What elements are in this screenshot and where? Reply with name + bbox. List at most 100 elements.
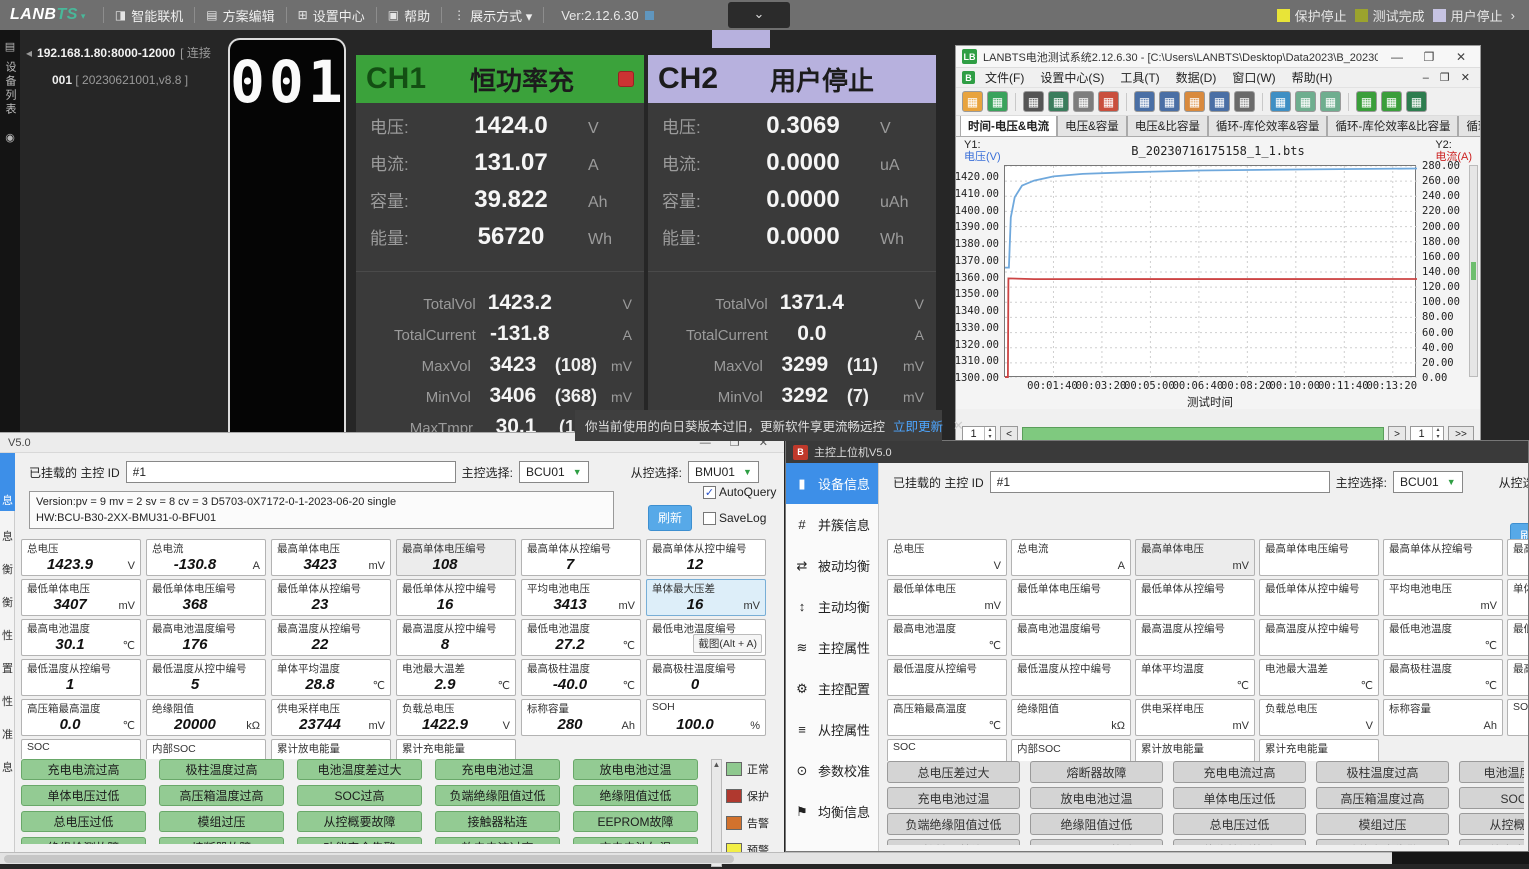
grid-cell[interactable]: 最高极柱温度℃: [1383, 659, 1503, 696]
lwin-side-tab-1[interactable]: 息: [0, 528, 15, 544]
sidebar-item-主动均衡[interactable]: ↕主动均衡: [786, 586, 878, 627]
status-button[interactable]: 放电电池过温: [573, 759, 698, 780]
update-now-link[interactable]: 立即更新: [893, 416, 943, 435]
grid-cell[interactable]: 最高温度从控中编号: [1259, 619, 1379, 656]
vertical-scrollbar[interactable]: [1469, 165, 1478, 377]
list-rows-icon[interactable]: ▦: [1381, 91, 1402, 112]
chart-tab-0[interactable]: 时间-电压&电流: [960, 116, 1057, 136]
mount-id-input[interactable]: [126, 461, 456, 483]
two-pane-icon[interactable]: ▦: [1270, 91, 1291, 112]
refresh-button[interactable]: 刷新: [648, 505, 692, 531]
grid-cell[interactable]: 供电采样电压23744mV: [271, 699, 391, 736]
grid-cell[interactable]: 负载总电压1422.9V: [396, 699, 516, 736]
screenshot-tooltip-button[interactable]: 截图(Alt + A): [693, 634, 762, 653]
pane-right-icon[interactable]: ▦: [1320, 91, 1341, 112]
master-select[interactable]: BCU01▼: [519, 461, 589, 483]
mdi-window-controls[interactable]: – ❐ ✕: [1423, 71, 1474, 84]
expand-icon[interactable]: ▦: [1209, 91, 1230, 112]
grid-cell[interactable]: 最低单体电压编号368: [146, 579, 266, 616]
grid-cell[interactable]: 最低电池温度27.2℃: [521, 619, 641, 656]
grid-cell[interactable]: SOH: [1507, 699, 1528, 736]
status-button[interactable]: 充电电池过温: [435, 759, 560, 780]
grid-cell[interactable]: 总电流-130.8A: [146, 539, 266, 576]
alarm-icon[interactable]: ▦: [1098, 91, 1119, 112]
grid-cell[interactable]: 累计充电能量: [396, 739, 516, 759]
sidebar-item-设备信息[interactable]: ▮设备信息: [786, 463, 878, 504]
alarm-icon[interactable]: ◉: [5, 131, 15, 144]
chart-tab-5[interactable]: 循环-终压&容量: [1458, 116, 1480, 136]
status-button[interactable]: 从控概要故障: [297, 811, 422, 832]
status-button[interactable]: 总电压差过大: [887, 761, 1020, 783]
grid-cell[interactable]: 最低电池温度℃: [1383, 619, 1503, 656]
grid-cell[interactable]: 电池最大温差℃: [1259, 659, 1379, 696]
grid-cell[interactable]: 最高极柱温度-40.0℃: [521, 659, 641, 696]
tree-child-node[interactable]: 001 [ 20230621001,v8.8 ]: [52, 73, 228, 87]
grid-cell[interactable]: 最高单体电压3423mV: [271, 539, 391, 576]
grid-cell[interactable]: 最高单体从控中编号12: [646, 539, 766, 576]
grid-cell[interactable]: 最低单体电压mV: [887, 579, 1007, 616]
taskbar-menu-0[interactable]: ◨智能联机: [111, 6, 187, 25]
lwin-side-tab-3[interactable]: 衡: [0, 594, 15, 610]
device-list-icon[interactable]: ▤: [5, 40, 15, 53]
lwin-side-tab-5[interactable]: 置: [0, 660, 15, 676]
grid-cell[interactable]: 最低温度从控中编号5: [146, 659, 266, 696]
open-icon[interactable]: ▦: [962, 91, 983, 112]
chart-tab-2[interactable]: 电压&比容量: [1127, 116, 1208, 136]
grid-cell[interactable]: 内部SOC: [146, 739, 266, 759]
grid-cell[interactable]: 最高温度从控编号: [1135, 619, 1255, 656]
sidebar-item-主控属性[interactable]: ≋主控属性: [786, 627, 878, 668]
lwin-side-tab-active[interactable]: 息: [0, 453, 15, 511]
status-button[interactable]: 绝缘阻值过低: [573, 785, 698, 806]
list-green-icon[interactable]: ▦: [1356, 91, 1377, 112]
plot-region[interactable]: [1004, 165, 1416, 377]
taskbar-dropdown[interactable]: ⌄: [728, 2, 790, 28]
autoquery-checkbox[interactable]: ✓AutoQuery: [703, 485, 776, 499]
grid-cell[interactable]: 最低单体从控中编号16: [396, 579, 516, 616]
grid-cell[interactable]: 单体最大压差16mV: [646, 579, 766, 616]
grid-cell[interactable]: 平均电池电压mV: [1383, 579, 1503, 616]
minimize-button[interactable]: —: [1384, 50, 1410, 64]
scroll-handle[interactable]: [1471, 262, 1476, 280]
grid-cell[interactable]: 累计放电能量: [1135, 739, 1255, 761]
lwin-side-tab-4[interactable]: 性: [0, 627, 15, 643]
grid-cell[interactable]: 最高电池温度编号176: [146, 619, 266, 656]
chart-tab-4[interactable]: 循环-库伦效率&比容量: [1327, 116, 1458, 136]
grid-cell[interactable]: 最高单体电压mV: [1135, 539, 1255, 576]
status-button[interactable]: 模组过压: [159, 811, 284, 832]
status-button[interactable]: 单体电压过低: [1173, 787, 1306, 809]
chart-tab-3[interactable]: 循环-库伦效率&容量: [1208, 116, 1328, 136]
grid-cell[interactable]: 高压箱最高温度0.0℃: [21, 699, 141, 736]
grid-cell[interactable]: 高压箱最高温度℃: [887, 699, 1007, 736]
list-dense-icon[interactable]: ▦: [1406, 91, 1427, 112]
mount-id-input[interactable]: [990, 471, 1330, 493]
grid-cell[interactable]: 最高单体从控编号: [1383, 539, 1503, 576]
status-button[interactable]: 放电电流过高: [435, 837, 560, 844]
sidebar-item-从控属性[interactable]: ≡从控属性: [786, 709, 878, 750]
lwin-side-tab-2[interactable]: 衡: [0, 561, 15, 577]
grid-cell[interactable]: 最高: [1507, 539, 1528, 576]
taskbar-more-icon[interactable]: ›: [1511, 8, 1515, 23]
lwin-side-tab-6[interactable]: 性: [0, 693, 15, 709]
close-icon[interactable]: ✕: [953, 418, 964, 434]
slave-select[interactable]: BMU01▼: [688, 461, 759, 483]
grid-cell[interactable]: 最低温度从控编号: [887, 659, 1007, 696]
status-button[interactable]: 熔断器故障: [1030, 761, 1163, 783]
grid-cell[interactable]: 最高单体电压编号108: [396, 539, 516, 576]
grid-cell[interactable]: SOH100.0%: [646, 699, 766, 736]
grid-cell[interactable]: 最高温度从控中编号8: [396, 619, 516, 656]
status-button[interactable]: 充电电池过温: [887, 787, 1020, 809]
grid-cell[interactable]: 最低单体从控编号: [1135, 579, 1255, 616]
scroll-handle[interactable]: [4, 855, 734, 863]
status-button[interactable]: 功能安全告警: [297, 837, 422, 844]
grid-cell[interactable]: 总电压1423.9V: [21, 539, 141, 576]
tree-expand-icon[interactable]: ◂: [26, 46, 32, 60]
grid-cell[interactable]: 最高电池温度30.1℃: [21, 619, 141, 656]
grid-cell[interactable]: 单体: [1507, 579, 1528, 616]
taskbar-menu-1[interactable]: ▤方案编辑: [202, 6, 278, 25]
grid-cell[interactable]: 负载总电压V: [1259, 699, 1379, 736]
grid-cell[interactable]: 最低温度从控中编号: [1011, 659, 1131, 696]
status-button[interactable]: 接触器粘连: [435, 811, 560, 832]
taskbar-menu-2[interactable]: ⊞设置中心: [294, 6, 369, 25]
grid-cell[interactable]: SOC: [887, 739, 1007, 761]
menu-1[interactable]: 设置中心(S): [1032, 69, 1112, 86]
